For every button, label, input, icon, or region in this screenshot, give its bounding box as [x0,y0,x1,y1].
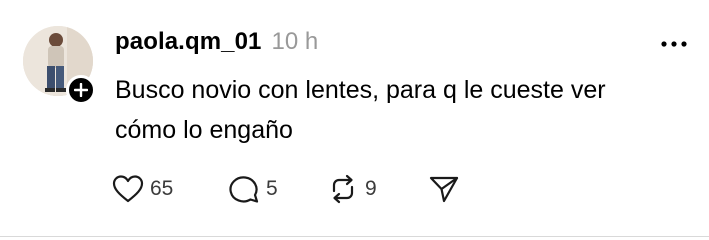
repost-icon [332,174,354,204]
send-icon [429,176,459,203]
post-text-line: cómo lo engaño [115,116,293,144]
thread-post: paola.qm_01 10 h Busco novio con lentes,… [0,0,709,240]
timestamp: 10 h [271,28,319,55]
more-options-button[interactable] [656,32,692,56]
heart-icon [112,175,144,203]
like-count: 65 [150,177,174,200]
repost-count: 9 [365,177,377,200]
more-horizontal-icon [661,41,687,47]
post-text: Busco novio con lentes, para q le cueste… [115,70,695,150]
like-button[interactable]: 65 [112,172,173,206]
post-header: paola.qm_01 10 h [115,28,318,60]
comment-icon [229,176,259,203]
avatar-container[interactable] [23,26,96,105]
post-text-line: Busco novio con lentes, para q le cueste… [115,76,606,104]
follow-button[interactable] [66,75,96,105]
username[interactable]: paola.qm_01 [115,28,262,56]
reply-count: 5 [266,177,278,200]
plus-icon [74,83,88,97]
share-button[interactable] [428,172,460,206]
reply-button[interactable]: 5 [228,172,278,206]
repost-button[interactable]: 9 [327,172,377,206]
divider [0,236,709,237]
